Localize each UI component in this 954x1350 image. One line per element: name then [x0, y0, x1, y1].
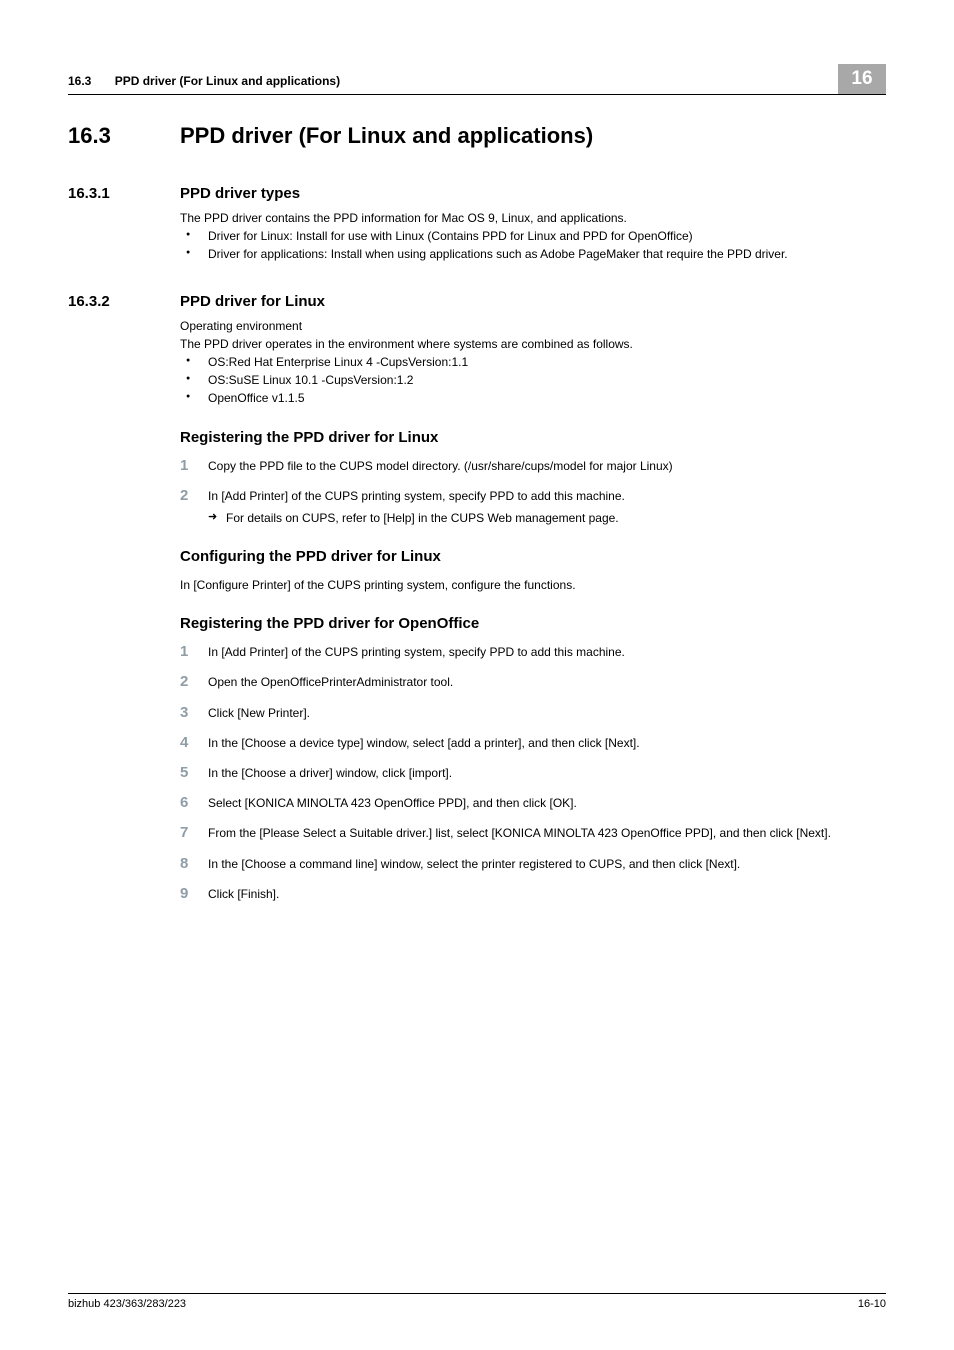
step-sub: For details on CUPS, refer to [Help] in …	[208, 510, 886, 526]
list-item: Click [New Printer].	[180, 705, 886, 721]
step-text: In the [Choose a command line] window, s…	[208, 857, 740, 871]
heading-2-num: 16.3.1	[68, 185, 180, 202]
paragraph: The PPD driver operates in the environme…	[180, 336, 886, 352]
heading-2-text: PPD driver for Linux	[180, 293, 325, 310]
footer-row: bizhub 423/363/283/223 16-10	[68, 1298, 886, 1310]
list-item: Open the OpenOfficePrinterAdministrator …	[180, 674, 886, 690]
footer-left: bizhub 423/363/283/223	[68, 1298, 186, 1310]
content: 16.3 PPD driver (For Linux and applicati…	[68, 123, 886, 902]
paragraph: The PPD driver contains the PPD informat…	[180, 210, 886, 226]
bullet-list: OS:Red Hat Enterprise Linux 4 -CupsVersi…	[180, 354, 886, 407]
list-item: Driver for Linux: Install for use with L…	[180, 228, 886, 244]
step-list: In [Add Printer] of the CUPS printing sy…	[180, 644, 886, 902]
paragraph: In [Configure Printer] of the CUPS print…	[180, 577, 886, 593]
list-item: Copy the PPD file to the CUPS model dire…	[180, 458, 886, 474]
step-text: In the [Choose a device type] window, se…	[208, 736, 640, 750]
step-text: Click [New Printer].	[208, 706, 310, 720]
step-text: Copy the PPD file to the CUPS model dire…	[208, 459, 673, 473]
section-body: In [Configure Printer] of the CUPS print…	[180, 577, 886, 593]
heading-3: Registering the PPD driver for Linux	[180, 429, 886, 446]
heading-2: 16.3.2 PPD driver for Linux	[68, 293, 886, 310]
section-body: The PPD driver contains the PPD informat…	[180, 210, 886, 263]
step-text: Click [Finish].	[208, 887, 279, 901]
step-list: Copy the PPD file to the CUPS model dire…	[180, 458, 886, 527]
step-text: From the [Please Select a Suitable drive…	[208, 826, 831, 840]
footer-rule	[68, 1293, 886, 1294]
header-rule	[68, 94, 886, 95]
chapter-badge: 16	[838, 64, 886, 94]
section-body: Operating environment The PPD driver ope…	[180, 318, 886, 407]
page-footer: bizhub 423/363/283/223 16-10	[68, 1293, 886, 1310]
running-head: 16.3 PPD driver (For Linux and applicati…	[68, 74, 340, 94]
page-header: 16.3 PPD driver (For Linux and applicati…	[68, 58, 886, 94]
page: 16.3 PPD driver (For Linux and applicati…	[0, 0, 954, 902]
list-item: Click [Finish].	[180, 886, 886, 902]
heading-2: 16.3.1 PPD driver types	[68, 185, 886, 202]
list-item: Driver for applications: Install when us…	[180, 246, 886, 262]
step-text: In the [Choose a driver] window, click […	[208, 766, 452, 780]
heading-3: Registering the PPD driver for OpenOffic…	[180, 615, 886, 632]
list-item: In the [Choose a device type] window, se…	[180, 735, 886, 751]
step-text: In [Add Printer] of the CUPS printing sy…	[208, 645, 625, 659]
heading-2-num: 16.3.2	[68, 293, 180, 310]
running-head-title: PPD driver (For Linux and applications)	[115, 74, 340, 88]
list-item: OS:Red Hat Enterprise Linux 4 -CupsVersi…	[180, 354, 886, 370]
list-item: In the [Choose a command line] window, s…	[180, 856, 886, 872]
paragraph: Operating environment	[180, 318, 886, 334]
list-item: In the [Choose a driver] window, click […	[180, 765, 886, 781]
heading-1: 16.3 PPD driver (For Linux and applicati…	[68, 123, 886, 149]
running-head-num: 16.3	[68, 74, 91, 88]
step-text: In [Add Printer] of the CUPS printing sy…	[208, 489, 625, 503]
list-item: In [Add Printer] of the CUPS printing sy…	[180, 488, 886, 526]
list-item: From the [Please Select a Suitable drive…	[180, 825, 886, 841]
list-item: OS:SuSE Linux 10.1 -CupsVersion:1.2	[180, 372, 886, 388]
list-item: OpenOffice v1.1.5	[180, 390, 886, 406]
heading-1-num: 16.3	[68, 123, 180, 149]
list-item: Select [KONICA MINOLTA 423 OpenOffice PP…	[180, 795, 886, 811]
heading-3: Configuring the PPD driver for Linux	[180, 548, 886, 565]
bullet-list: Driver for Linux: Install for use with L…	[180, 228, 886, 262]
step-text: Open the OpenOfficePrinterAdministrator …	[208, 675, 453, 689]
heading-2-text: PPD driver types	[180, 185, 300, 202]
footer-right: 16-10	[858, 1298, 886, 1310]
heading-1-text: PPD driver (For Linux and applications)	[180, 123, 593, 149]
step-text: Select [KONICA MINOLTA 423 OpenOffice PP…	[208, 796, 577, 810]
list-item: In [Add Printer] of the CUPS printing sy…	[180, 644, 886, 660]
